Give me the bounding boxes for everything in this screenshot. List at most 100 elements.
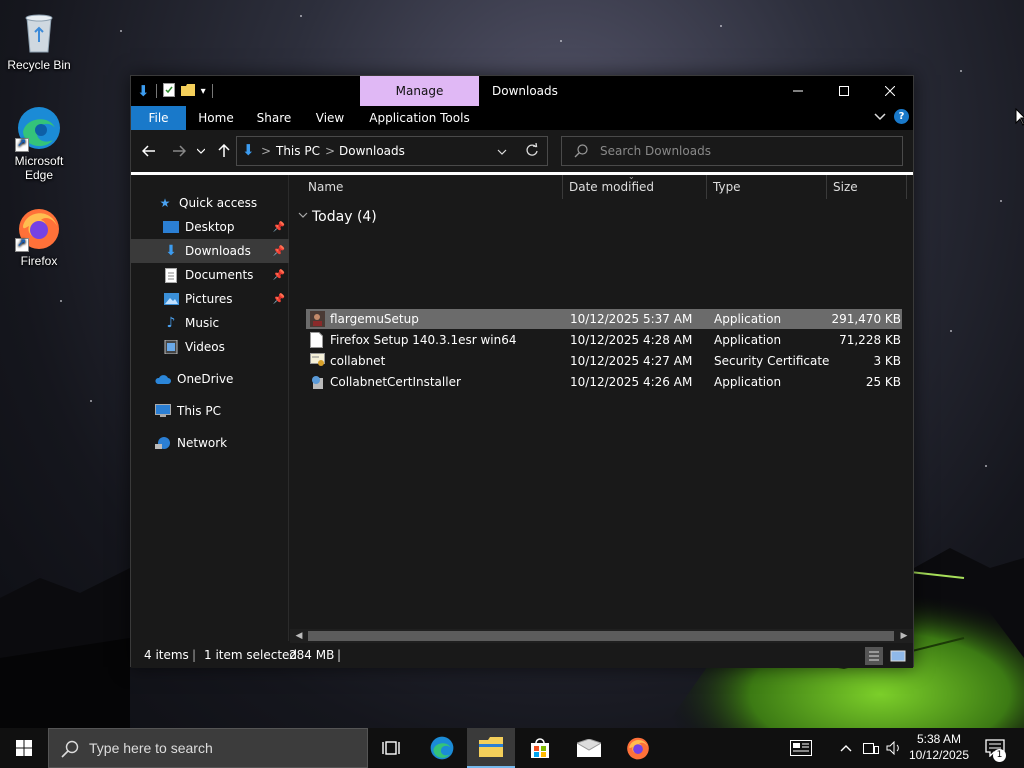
column-divider[interactable] <box>906 175 907 199</box>
pictures-folder-icon <box>163 291 179 307</box>
manage-contextual-tab[interactable]: Manage <box>360 76 479 106</box>
nav-item-videos[interactable]: Videos <box>131 335 289 359</box>
search-box[interactable] <box>561 136 903 166</box>
column-divider[interactable] <box>706 175 707 199</box>
nav-label: Music <box>185 316 220 330</box>
column-header-size[interactable]: Size <box>833 175 858 199</box>
search-input[interactable] <box>600 143 890 159</box>
task-view-button[interactable] <box>368 728 416 768</box>
tab-file[interactable]: File <box>131 106 186 130</box>
mouse-cursor-icon <box>1015 108 1024 126</box>
pin-icon[interactable]: 📌 <box>273 270 285 281</box>
recycle-bin-label: Recycle Bin <box>7 58 71 72</box>
tab-view[interactable]: View <box>307 106 353 130</box>
column-header-date-modified[interactable]: Date modified <box>569 175 654 199</box>
nav-item-desktop[interactable]: Desktop 📌 <box>131 215 289 239</box>
nav-onedrive[interactable]: OneDrive <box>131 367 289 391</box>
nav-item-downloads[interactable]: ⬇ Downloads 📌 <box>131 239 289 263</box>
status-separator: | <box>192 648 197 662</box>
taskbar-search-box[interactable]: Type here to search <box>48 728 368 768</box>
downloads-arrow-icon[interactable]: ⬇ <box>137 82 150 100</box>
status-bar: 4 items | 1 item selected 284 MB | <box>131 643 913 668</box>
nav-label: Quick access <box>179 196 258 210</box>
recycle-bin-icon <box>15 8 63 56</box>
up-button[interactable] <box>213 140 235 162</box>
help-icon[interactable]: ? <box>894 109 909 124</box>
minimize-button[interactable] <box>775 76 821 106</box>
downloads-folder-icon: ⬇ <box>165 243 177 259</box>
volume-button[interactable] <box>884 728 904 768</box>
qat-separator <box>211 84 213 98</box>
column-divider[interactable] <box>826 175 827 199</box>
column-header-name[interactable]: Name <box>308 175 343 199</box>
column-header-type[interactable]: Type <box>713 175 741 199</box>
file-row[interactable]: CollabnetCertInstaller 10/12/2025 4:26 A… <box>306 372 902 392</box>
network-icon <box>155 435 171 451</box>
address-bar[interactable]: ⬇ > This PC > Downloads <box>236 136 548 166</box>
news-widget-button[interactable] <box>786 728 816 768</box>
taskbar-file-explorer-button[interactable] <box>467 728 515 768</box>
address-dropdown-icon[interactable] <box>497 146 507 160</box>
nav-item-pictures[interactable]: Pictures 📌 <box>131 287 289 311</box>
file-row[interactable]: Firefox Setup 140.3.1esr win64 10/12/202… <box>306 330 902 350</box>
column-divider[interactable] <box>562 175 563 199</box>
taskbar-edge-button[interactable] <box>418 728 466 768</box>
scroll-left-icon[interactable]: ◀ <box>292 629 306 643</box>
pin-icon[interactable]: 📌 <box>273 294 285 305</box>
pin-icon[interactable]: 📌 <box>273 246 285 257</box>
nav-item-documents[interactable]: Documents 📌 <box>131 263 289 287</box>
scrollbar-thumb[interactable] <box>308 631 894 641</box>
show-hidden-icons-button[interactable] <box>836 728 856 768</box>
desktop-icon-microsoft-edge[interactable]: Microsoft Edge <box>1 104 77 182</box>
customize-qat-icon[interactable]: ▾ <box>201 86 206 97</box>
tab-share[interactable]: Share <box>251 106 297 130</box>
refresh-icon[interactable] <box>525 142 539 160</box>
navigation-pane: ★ Quick access Desktop 📌 ⬇ Downloads 📌 D… <box>131 175 289 641</box>
speaker-icon <box>886 741 899 755</box>
title-bar[interactable]: ⬇ ▾ Manage Downloads <box>131 76 913 106</box>
tab-home[interactable]: Home <box>193 106 239 130</box>
desktop-folder-icon <box>163 219 179 235</box>
taskbar-clock[interactable]: 5:38 AM 10/12/2025 <box>904 731 974 763</box>
tab-application-tools[interactable]: Application Tools <box>360 106 479 130</box>
breadcrumb-this-pc[interactable]: This PC <box>276 137 320 165</box>
file-row[interactable]: flargemuSetup 10/12/2025 5:37 AM Applica… <box>306 309 902 329</box>
desktop-icon-firefox[interactable]: Firefox <box>1 204 77 268</box>
maximize-button[interactable] <box>821 76 867 106</box>
taskbar-firefox-button[interactable] <box>614 728 662 768</box>
file-row[interactable]: collabnet 10/12/2025 4:27 AM Security Ce… <box>306 351 902 371</box>
group-collapse-icon[interactable] <box>298 211 308 222</box>
taskbar-mail-button[interactable] <box>565 728 613 768</box>
new-folder-icon[interactable] <box>180 83 195 100</box>
breadcrumb-downloads[interactable]: Downloads <box>339 137 405 165</box>
properties-icon[interactable] <box>162 82 175 100</box>
expand-ribbon-icon[interactable] <box>874 110 886 124</box>
horizontal-scrollbar[interactable]: ◀ ▶ <box>290 629 913 643</box>
taskbar: Type here to search 5:38 AM 10/12/2025 1 <box>0 728 1024 768</box>
nav-item-music[interactable]: ♪ Music <box>131 311 289 335</box>
scroll-right-icon[interactable]: ▶ <box>897 629 911 643</box>
taskbar-store-button[interactable] <box>516 728 564 768</box>
pin-icon[interactable]: 📌 <box>273 222 285 233</box>
nav-this-pc[interactable]: This PC <box>131 399 289 423</box>
details-view-button[interactable] <box>865 647 883 665</box>
nav-quick-access[interactable]: ★ Quick access <box>131 191 289 215</box>
chevron-up-icon <box>840 745 852 752</box>
shortcut-arrow-icon <box>15 236 29 252</box>
back-button[interactable] <box>138 140 160 162</box>
breadcrumb-separator[interactable]: > <box>325 137 335 165</box>
start-button[interactable] <box>0 728 48 768</box>
documents-folder-icon <box>163 267 179 283</box>
tray-device-button[interactable] <box>860 728 882 768</box>
close-button[interactable] <box>867 76 913 106</box>
large-icons-view-button[interactable] <box>889 647 907 665</box>
breadcrumb-separator[interactable]: > <box>261 137 271 165</box>
nav-network[interactable]: Network <box>131 431 289 455</box>
music-folder-icon: ♪ <box>166 315 176 331</box>
forward-button[interactable] <box>168 140 190 162</box>
file-name: collabnet <box>330 354 386 368</box>
desktop-icon-recycle-bin[interactable]: Recycle Bin <box>1 8 77 72</box>
group-header-today[interactable]: Today (4) <box>312 209 377 225</box>
notification-center-button[interactable]: 1 <box>980 728 1010 768</box>
recent-locations-button[interactable] <box>193 140 209 162</box>
